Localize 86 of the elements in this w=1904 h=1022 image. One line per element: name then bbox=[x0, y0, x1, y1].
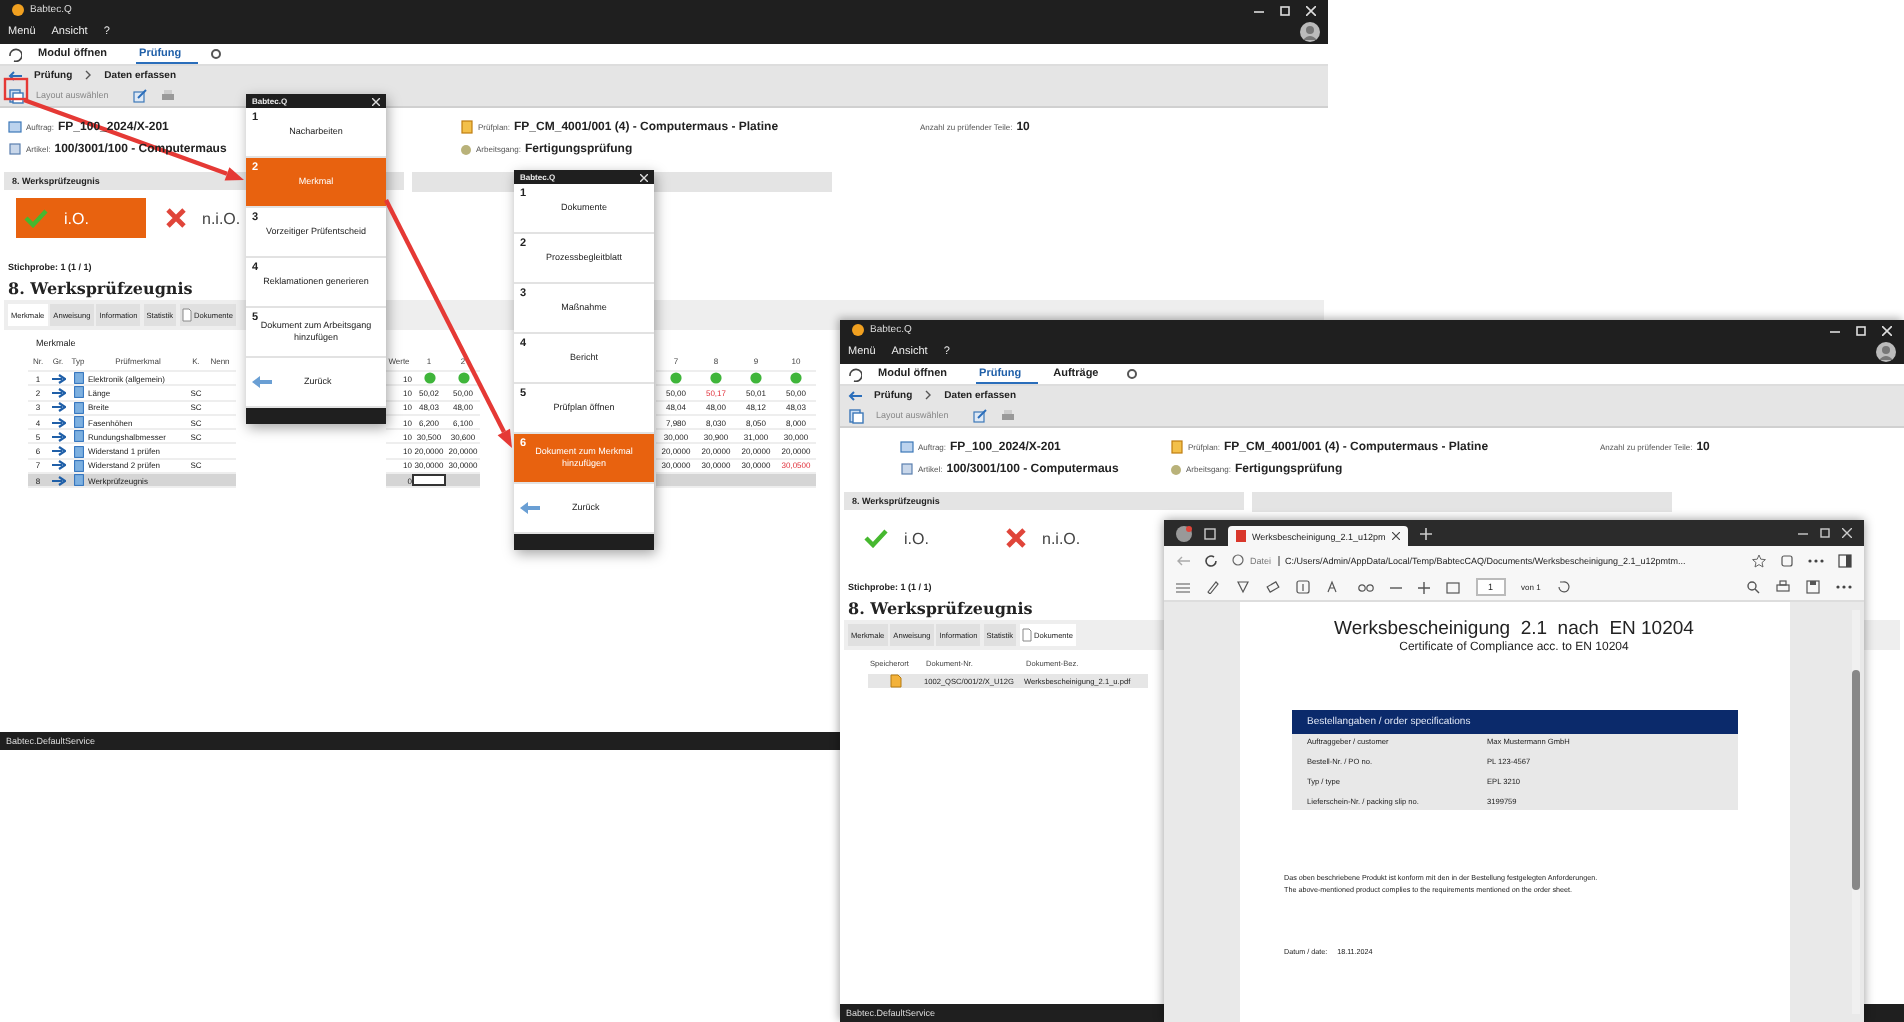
edit-icon[interactable] bbox=[132, 87, 149, 103]
avatar-icon[interactable] bbox=[1876, 341, 1896, 361]
cross-icon bbox=[1006, 528, 1026, 548]
arrow-icon bbox=[51, 475, 65, 486]
settings-icon[interactable] bbox=[1126, 368, 1139, 380]
maximize-icon[interactable] bbox=[1856, 325, 1866, 335]
zoom-out-icon[interactable] bbox=[1390, 581, 1402, 593]
more-icon[interactable] bbox=[1836, 584, 1852, 590]
rotate-icon[interactable] bbox=[1556, 580, 1571, 594]
close-icon[interactable] bbox=[1882, 325, 1892, 335]
app-logo-icon bbox=[852, 324, 864, 336]
document-icon bbox=[182, 308, 193, 322]
close-icon[interactable] bbox=[372, 97, 380, 105]
eraser-icon[interactable] bbox=[1266, 580, 1280, 594]
text-box-icon[interactable] bbox=[1296, 580, 1310, 594]
arrow-icon bbox=[51, 417, 65, 428]
article-icon bbox=[900, 462, 914, 476]
back-arrow-icon[interactable] bbox=[8, 69, 22, 81]
fit-page-icon[interactable] bbox=[1446, 581, 1460, 593]
document-icon bbox=[1022, 628, 1033, 642]
zoom-in-icon[interactable] bbox=[1418, 581, 1430, 593]
plan-icon bbox=[460, 120, 474, 134]
document-title: Werksbescheinigung 2.1 nach EN 10204 bbox=[1334, 618, 1694, 640]
dialog-footer bbox=[246, 408, 386, 424]
arrow-icon bbox=[51, 387, 65, 398]
section-title: 8. Werksprüfzeugnis bbox=[8, 278, 193, 298]
check-icon bbox=[24, 208, 48, 228]
arrow-icon bbox=[51, 431, 65, 442]
glasses-icon[interactable] bbox=[1358, 581, 1374, 593]
input-field[interactable] bbox=[412, 474, 446, 487]
close-icon bbox=[1391, 532, 1400, 540]
refresh-icon[interactable] bbox=[848, 367, 862, 381]
avatar-icon[interactable] bbox=[1300, 21, 1320, 41]
arrow-icon bbox=[51, 373, 65, 384]
new-tab-icon[interactable] bbox=[1419, 527, 1432, 539]
pdf-icon bbox=[1236, 530, 1246, 542]
back-arrow-icon bbox=[252, 376, 272, 388]
back-arrow-icon[interactable] bbox=[848, 389, 862, 401]
order-icon bbox=[8, 120, 22, 134]
cross-icon bbox=[166, 208, 186, 228]
extensions-icon[interactable] bbox=[1780, 553, 1794, 567]
minimize-icon[interactable] bbox=[1254, 5, 1264, 15]
tab-actions-icon[interactable] bbox=[1204, 527, 1216, 539]
back-arrow-icon bbox=[520, 502, 540, 514]
arrow-icon bbox=[51, 446, 65, 457]
close-icon[interactable] bbox=[1842, 528, 1852, 538]
edit-icon[interactable] bbox=[972, 407, 989, 423]
scrollbar[interactable] bbox=[1852, 610, 1860, 1014]
arrow-icon bbox=[51, 460, 65, 471]
minimize-icon[interactable] bbox=[1798, 528, 1808, 538]
status-dot-icon bbox=[1170, 463, 1182, 475]
search-icon[interactable] bbox=[1746, 580, 1760, 594]
chevron-icon bbox=[924, 390, 933, 400]
arrow-icon bbox=[51, 402, 65, 413]
star-icon[interactable] bbox=[1752, 553, 1766, 567]
info-icon bbox=[1232, 554, 1244, 566]
draw-icon[interactable] bbox=[1206, 580, 1220, 594]
app-logo-icon bbox=[12, 4, 24, 16]
highlight-frame bbox=[3, 77, 29, 101]
profile-icon[interactable] bbox=[1176, 525, 1192, 541]
table-row[interactable] bbox=[656, 372, 816, 387]
document-stack-icon[interactable] bbox=[8, 87, 24, 103]
read-aloud-icon[interactable] bbox=[1326, 580, 1342, 594]
document-icon bbox=[890, 674, 902, 688]
print-icon[interactable] bbox=[1776, 580, 1790, 594]
maximize-icon[interactable] bbox=[1820, 528, 1830, 538]
highlight-icon[interactable] bbox=[1236, 580, 1250, 594]
more-icon[interactable] bbox=[1808, 557, 1824, 563]
order-icon bbox=[900, 440, 914, 454]
status-dot-icon bbox=[460, 143, 472, 155]
minimize-icon[interactable] bbox=[1830, 325, 1840, 335]
close-icon[interactable] bbox=[640, 173, 648, 181]
save-icon[interactable] bbox=[1806, 580, 1820, 594]
plan-icon bbox=[1170, 440, 1184, 454]
document-stack-icon[interactable] bbox=[848, 407, 864, 423]
check-icon bbox=[864, 528, 888, 548]
sidebar-icon[interactable] bbox=[1838, 553, 1852, 567]
settings-icon[interactable] bbox=[209, 48, 222, 60]
dialog-footer bbox=[514, 534, 654, 550]
reload-icon[interactable] bbox=[1204, 553, 1218, 567]
close-icon[interactable] bbox=[1306, 5, 1316, 15]
refresh-icon[interactable] bbox=[8, 47, 22, 61]
article-icon bbox=[8, 142, 22, 156]
chevron-icon bbox=[84, 70, 93, 80]
section-title: 8. Werksprüfzeugnis bbox=[848, 598, 1033, 618]
maximize-icon[interactable] bbox=[1280, 5, 1290, 15]
